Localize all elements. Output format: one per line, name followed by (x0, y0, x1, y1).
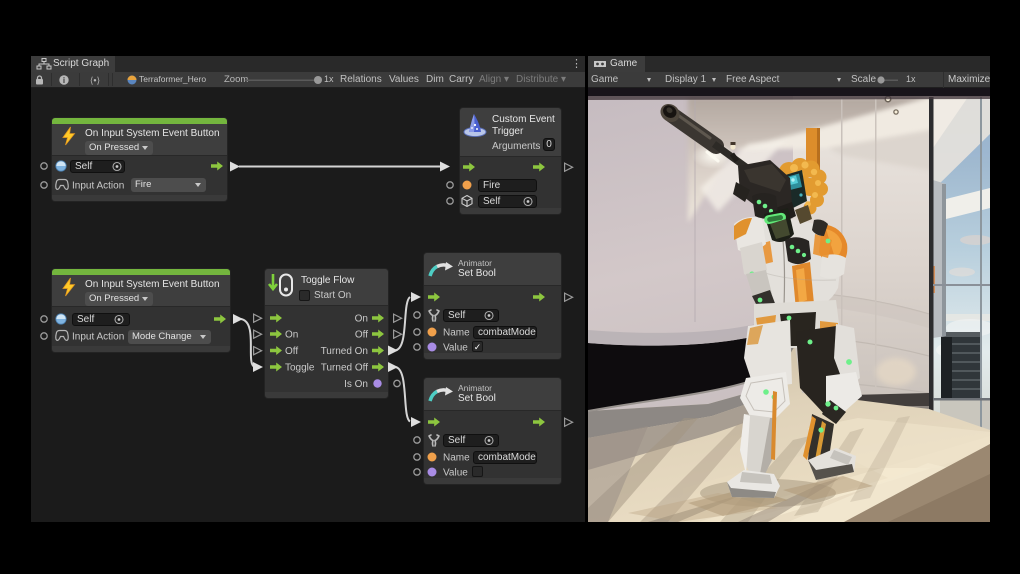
svg-text:Value: Value (443, 343, 468, 354)
svg-text:Toggle: Toggle (285, 363, 315, 374)
svg-text:Turned On: Turned On (321, 346, 368, 357)
svg-text:Input Action: Input Action (72, 332, 124, 343)
svg-text:Off: Off (355, 330, 368, 341)
svg-text:On: On (355, 314, 368, 325)
svg-text:Is On: Is On (344, 379, 368, 390)
svg-text:Input Action: Input Action (72, 181, 124, 192)
svg-text:Off: Off (285, 346, 298, 357)
svg-text:Name: Name (443, 453, 470, 464)
svg-text:Value: Value (443, 468, 468, 479)
svg-text:On: On (285, 330, 298, 341)
svg-text:Name: Name (443, 328, 470, 339)
svg-text:Turned Off: Turned Off (321, 363, 368, 374)
